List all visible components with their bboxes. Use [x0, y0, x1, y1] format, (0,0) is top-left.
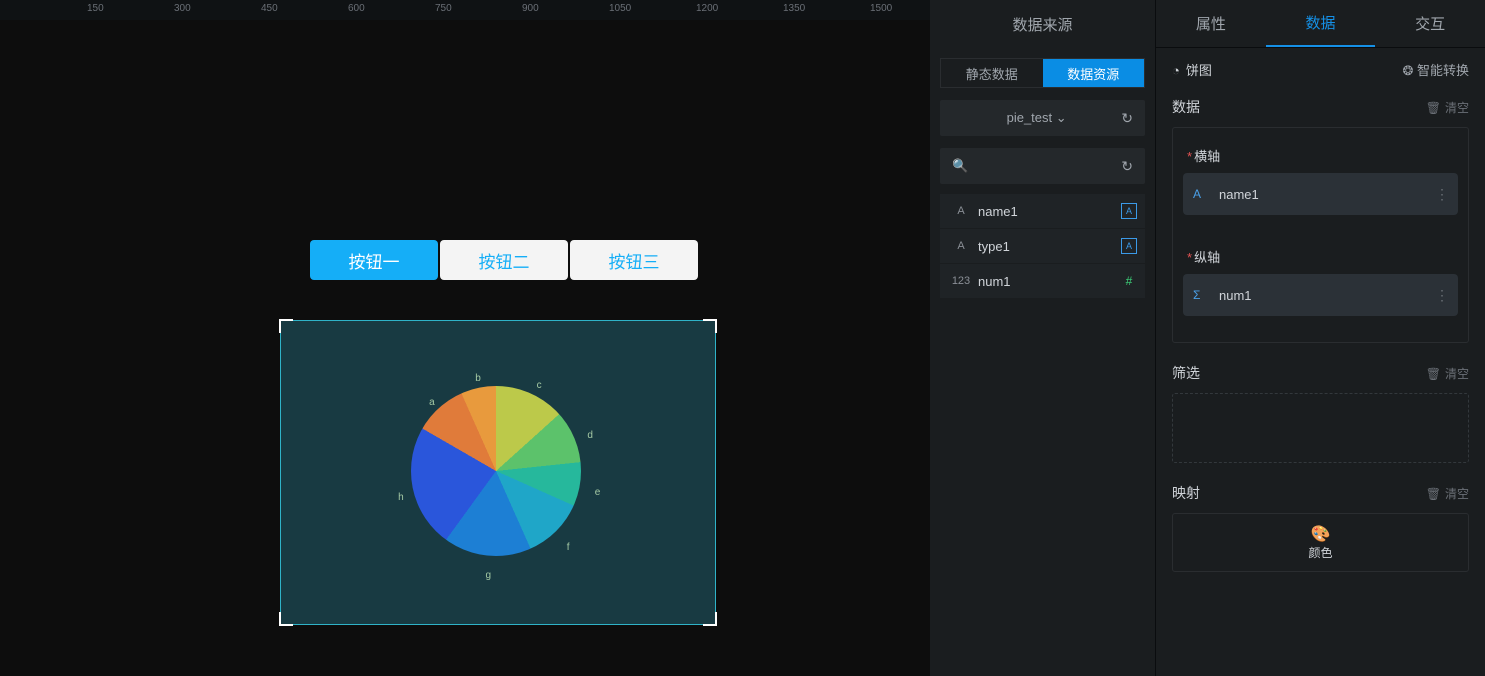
button-row: 按钮一按钮二按钮三: [310, 240, 698, 280]
pie-slice-label: h: [398, 492, 404, 503]
canvas-button-3[interactable]: 按钮三: [570, 240, 698, 280]
subtab-source[interactable]: 数据资源: [1043, 59, 1145, 87]
field-badge-icon: A: [1121, 238, 1137, 254]
resize-handle-br[interactable]: [703, 612, 717, 626]
ruler-tick: 450: [261, 3, 278, 14]
field-name: num1: [974, 274, 1121, 289]
pie-slice-label: d: [587, 430, 593, 441]
color-label: 颜色: [1308, 544, 1332, 561]
xaxis-field-name: name1: [1219, 187, 1435, 202]
sum-field-icon: Σ: [1193, 288, 1211, 302]
chevron-down-icon: ⌄: [1056, 110, 1067, 125]
clear-data-button[interactable]: 🗑清空: [1426, 99, 1469, 116]
chart-widget-selected[interactable]: a b c d e f g h: [280, 320, 716, 625]
dataset-name: pie_test: [1007, 110, 1053, 125]
resize-handle-tl[interactable]: [279, 319, 293, 333]
yaxis-field-name: num1: [1219, 288, 1435, 303]
trash-icon: 🗑: [1426, 487, 1441, 501]
ruler-tick: 900: [522, 3, 539, 14]
dataset-select[interactable]: pie_test ⌄ ↻: [940, 100, 1145, 136]
pie-slice-label: c: [537, 380, 542, 391]
ruler-tick: 600: [348, 3, 365, 14]
color-mapping-button[interactable]: 🎨 颜色: [1308, 524, 1332, 561]
datasource-subtabs: 静态数据 数据资源: [940, 58, 1145, 88]
ruler-tick: 1500: [870, 3, 892, 14]
ruler-horizontal: 150 300 450 600 750 900 1050 1200 1350 1500: [0, 0, 930, 20]
yaxis-field-slot[interactable]: Σ num1 ⋮: [1183, 274, 1458, 316]
datasource-title: 数据来源: [930, 0, 1155, 48]
pie-icon: ◔: [1172, 63, 1180, 78]
pie-slice-label: a: [429, 397, 435, 408]
palette-icon: 🎨: [1311, 524, 1331, 544]
ruler-tick: 1200: [696, 3, 718, 14]
pie-slice-label: f: [567, 542, 570, 553]
resize-handle-tr[interactable]: [703, 319, 717, 333]
field-type-icon: A: [948, 240, 974, 252]
refresh-fields-icon[interactable]: ↻: [1121, 158, 1133, 175]
refresh-icon[interactable]: ↻: [1121, 110, 1133, 127]
resize-handle-bl[interactable]: [279, 612, 293, 626]
more-icon[interactable]: ⋮: [1435, 186, 1448, 203]
datasource-panel: 数据来源 静态数据 数据资源 pie_test ⌄ ↻ 🔍 ↻ Aname1AA…: [930, 0, 1155, 676]
globe-icon: ❂: [1402, 63, 1413, 78]
map-section-label: 映射: [1172, 483, 1200, 503]
field-name: type1: [974, 239, 1121, 254]
canvas-button-1[interactable]: 按钮一: [310, 240, 438, 280]
xaxis-field-slot[interactable]: A name1 ⋮: [1183, 173, 1458, 215]
xaxis-label: 横轴: [1194, 149, 1220, 164]
data-section-label: 数据: [1172, 97, 1200, 117]
field-item[interactable]: Aname1A: [940, 194, 1145, 228]
canvas-stage[interactable]: 按钮一按钮二按钮三 a b c d e f g h: [0, 20, 930, 676]
field-type-icon: A: [948, 205, 974, 217]
trash-icon: 🗑: [1426, 367, 1441, 381]
field-item[interactable]: Atype1A: [940, 229, 1145, 263]
field-badge-icon: A: [1121, 203, 1137, 219]
clear-map-button[interactable]: 🗑清空: [1426, 485, 1469, 502]
pie-slice-label: b: [475, 373, 481, 384]
filter-section-label: 筛选: [1172, 363, 1200, 383]
chart-type-label: 饼图: [1186, 63, 1212, 78]
mapping-box: 🎨 颜色: [1172, 513, 1469, 572]
subtab-static[interactable]: 静态数据: [941, 59, 1043, 87]
ruler-tick: 150: [87, 3, 104, 14]
field-search-row: 🔍 ↻: [940, 148, 1145, 184]
clear-filter-button[interactable]: 🗑清空: [1426, 365, 1469, 382]
pie-slice-label: g: [486, 570, 492, 581]
field-badge-icon: #: [1121, 273, 1137, 289]
yaxis-label: 纵轴: [1194, 250, 1220, 265]
tab-attributes[interactable]: 属性: [1156, 0, 1266, 47]
smart-convert-button[interactable]: ❂ 智能转换: [1402, 60, 1469, 79]
field-item[interactable]: 123num1#: [940, 264, 1145, 298]
field-type-icon: 123: [948, 275, 974, 287]
pie-slice-label: e: [595, 487, 601, 498]
inspector-panel: 属性 数据 交互 ◔ 饼图 ❂ 智能转换 数据 🗑清空 *横轴 A name1 ⋮…: [1155, 0, 1485, 676]
axis-config-box: *横轴 A name1 ⋮ *纵轴 Σ num1 ⋮: [1172, 127, 1469, 343]
field-name: name1: [974, 204, 1121, 219]
trash-icon: 🗑: [1426, 101, 1441, 115]
ruler-tick: 300: [174, 3, 191, 14]
more-icon[interactable]: ⋮: [1435, 287, 1448, 304]
canvas-button-2[interactable]: 按钮二: [440, 240, 568, 280]
field-list: Aname1AAtype1A123num1#: [940, 194, 1145, 299]
pie-chart: [411, 386, 581, 556]
filter-dropzone[interactable]: [1172, 393, 1469, 463]
tab-data[interactable]: 数据: [1266, 0, 1376, 47]
ruler-tick: 1050: [609, 3, 631, 14]
text-field-icon: A: [1193, 187, 1211, 201]
tab-interaction[interactable]: 交互: [1375, 0, 1485, 47]
ruler-tick: 1350: [783, 3, 805, 14]
search-icon[interactable]: 🔍: [952, 158, 1121, 174]
ruler-tick: 750: [435, 3, 452, 14]
inspector-tabs: 属性 数据 交互: [1156, 0, 1485, 48]
